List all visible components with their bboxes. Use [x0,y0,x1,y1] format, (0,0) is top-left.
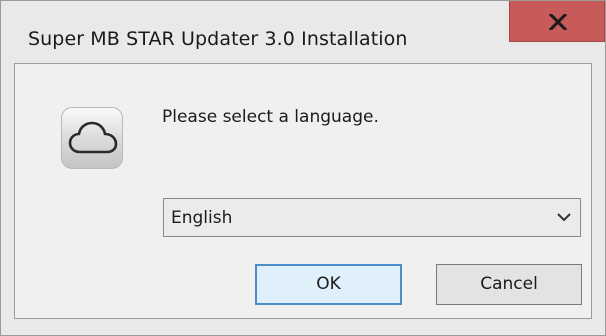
title-bar[interactable]: Super MB STAR Updater 3.0 Installation [1,1,605,50]
close-button[interactable] [509,1,605,42]
language-select[interactable]: English [163,198,581,237]
cancel-button[interactable]: Cancel [436,264,582,305]
dialog-body: Please select a language. English OK Can… [14,63,592,319]
language-select-value: English [171,208,233,228]
ok-button[interactable]: OK [255,264,402,305]
installer-dialog-window: Super MB STAR Updater 3.0 Installation P… [0,0,606,336]
chevron-down-icon[interactable] [557,212,571,222]
language-prompt: Please select a language. [162,107,379,127]
window-title: Super MB STAR Updater 3.0 Installation [28,28,408,50]
close-icon [549,14,567,30]
cloud-icon [61,107,123,169]
